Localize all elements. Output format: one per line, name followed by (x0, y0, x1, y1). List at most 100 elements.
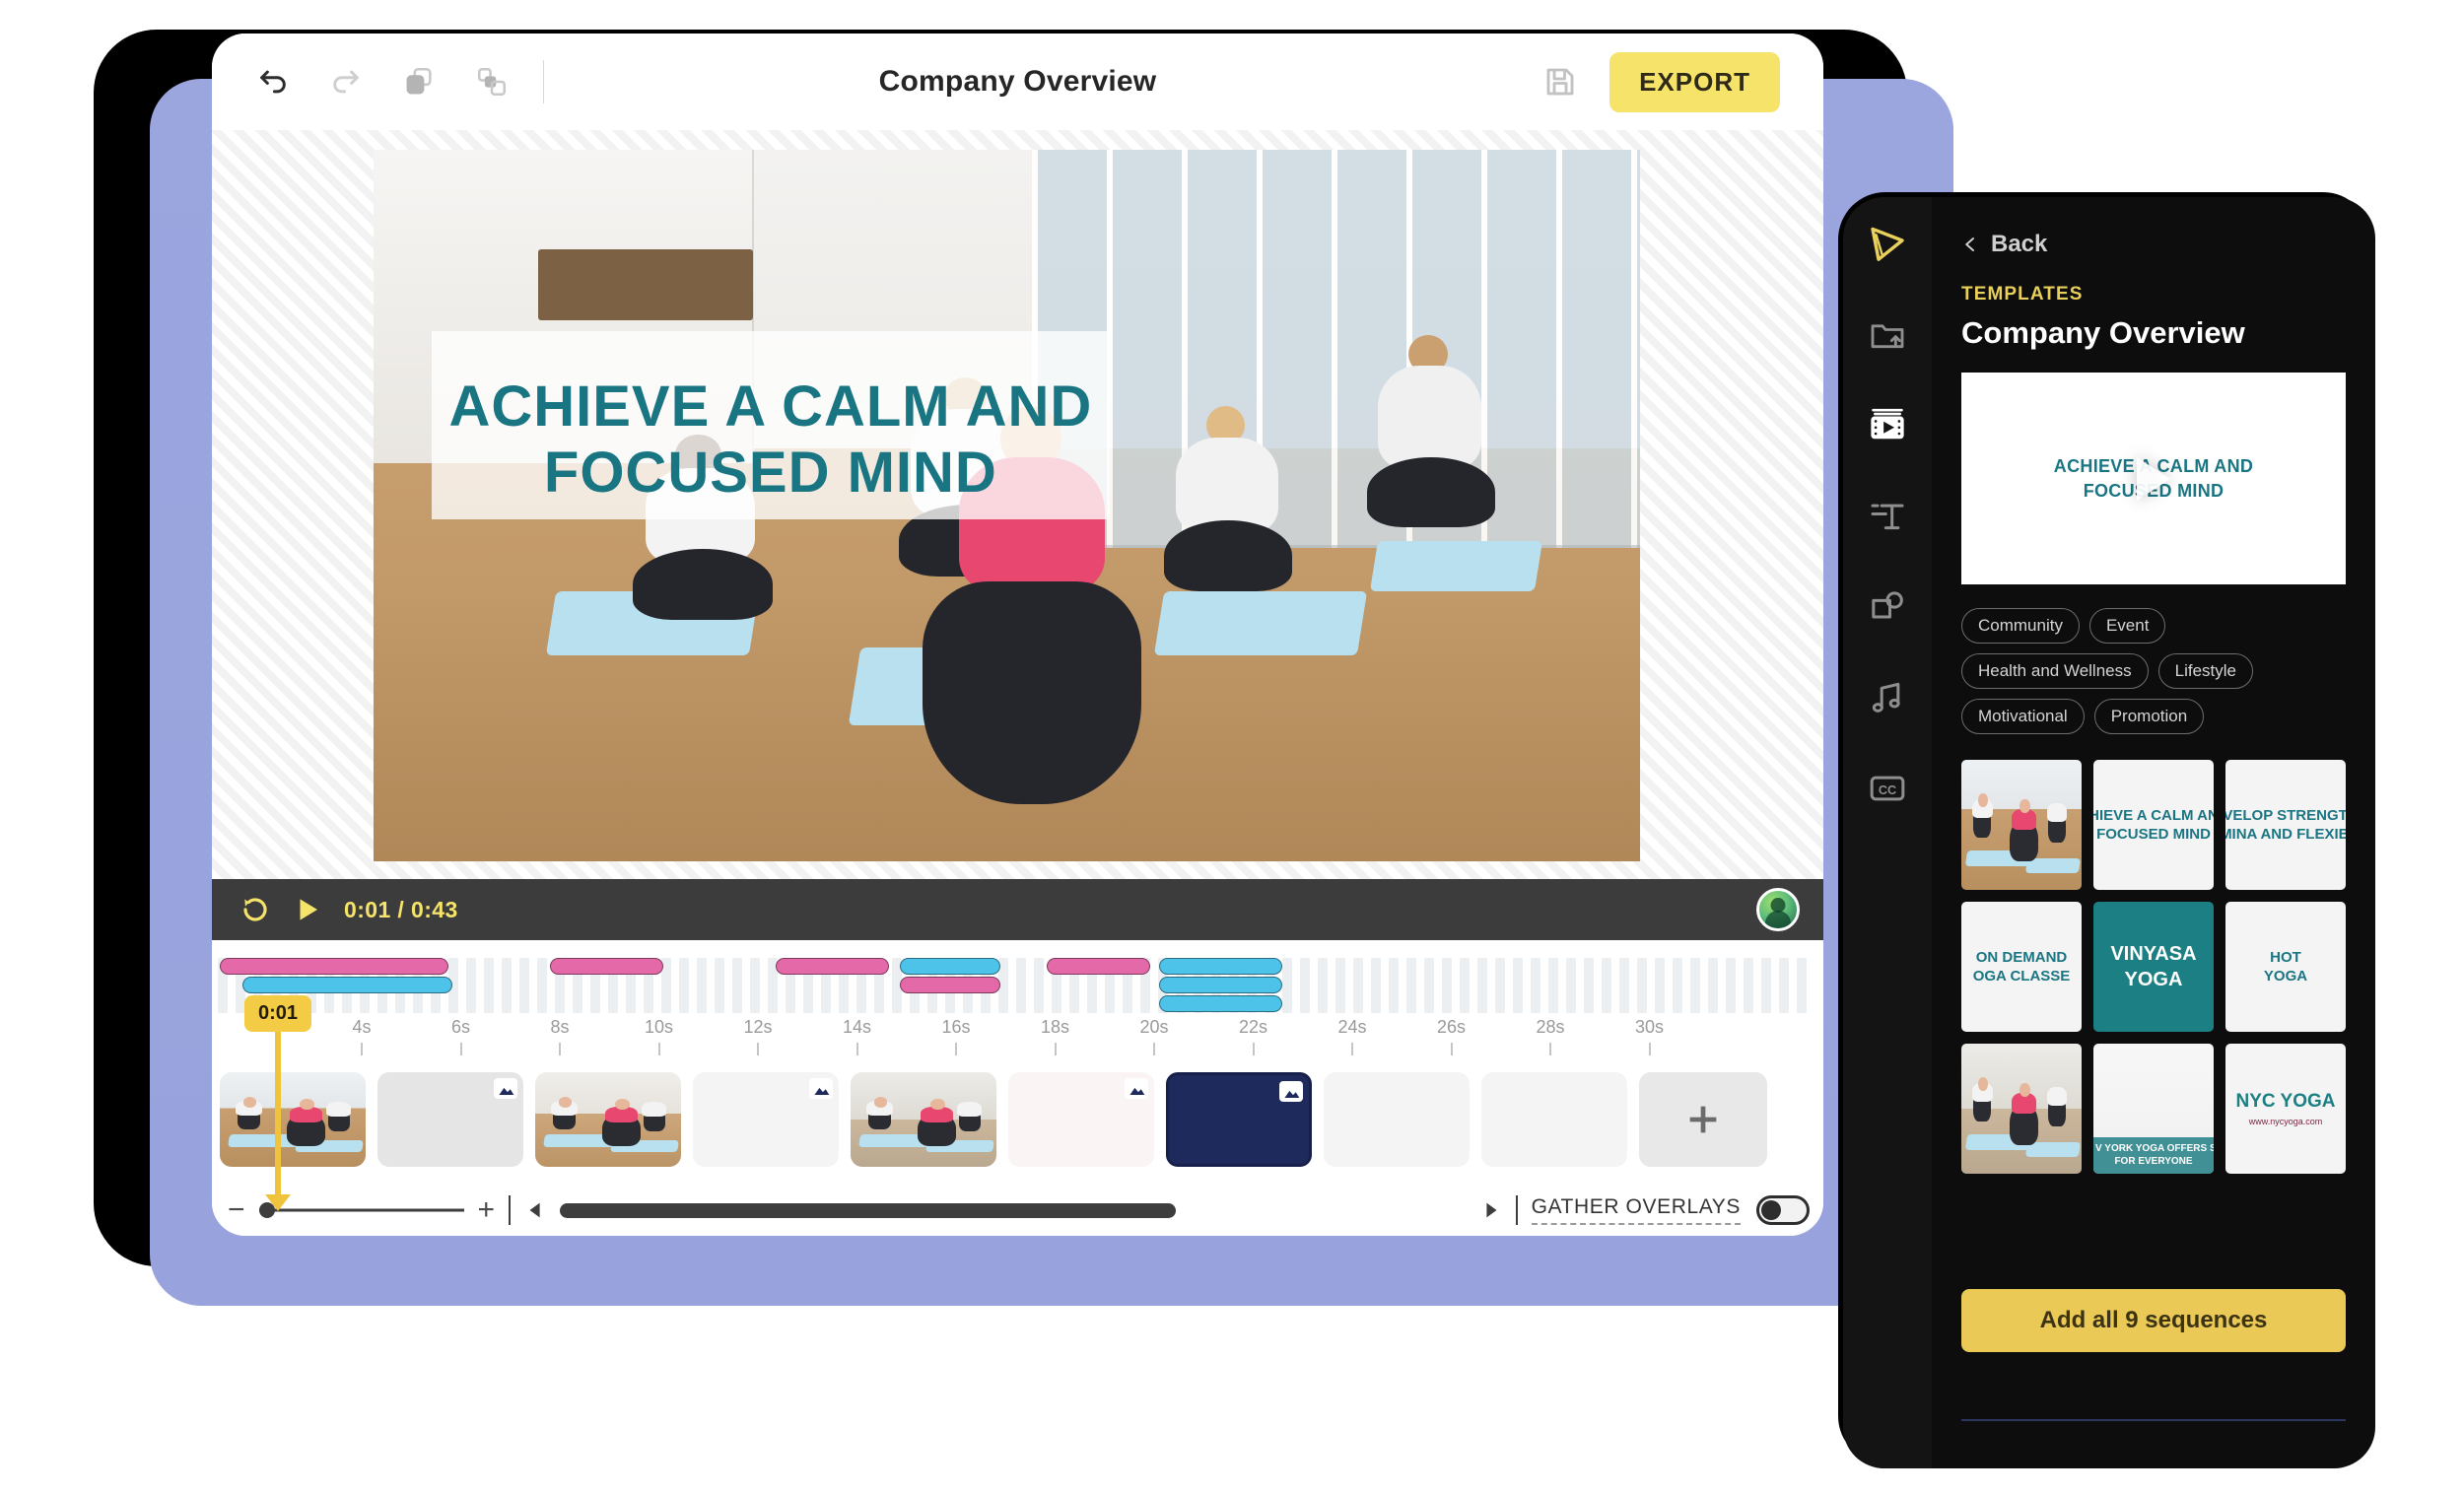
ruler-tick (1054, 1043, 1057, 1055)
clip-thumbnail (535, 1072, 681, 1167)
clip-strip[interactable] (212, 1066, 1823, 1173)
sequence-thumbnail[interactable]: HOT YOGA (2225, 902, 2346, 1032)
app-logo[interactable] (1862, 219, 1913, 270)
overlay-bar[interactable] (1159, 958, 1282, 975)
sidebar-item-text[interactable] (1862, 491, 1913, 542)
sequence-thumbnail[interactable]: V YORK YOGA OFFERS SOMETHIFOR EVERYONE (2093, 1044, 2214, 1174)
title-text-overlay[interactable]: ACHIEVE A CALM AND FOCUSED MIND (432, 331, 1110, 520)
overlay-track[interactable] (212, 958, 1823, 1013)
back-label: Back (1991, 231, 2048, 257)
save-button[interactable] (1537, 58, 1584, 105)
ruler-tick (1648, 1043, 1651, 1055)
timeline-clip[interactable] (1008, 1072, 1154, 1167)
sidebar-item-shapes[interactable] (1862, 581, 1913, 633)
timeline-clip[interactable] (1481, 1072, 1627, 1167)
sequence-text-block: HOT YOGA (2262, 948, 2309, 986)
add-all-sequences-button[interactable]: Add all 9 sequences (1961, 1289, 2346, 1352)
ruler-tick (757, 1043, 759, 1055)
overlay-bar[interactable] (776, 958, 889, 975)
timeline-clip[interactable] (220, 1072, 366, 1167)
timeline-tick (1531, 958, 1540, 1013)
timeline-clip[interactable] (851, 1072, 996, 1167)
timeline-tick (502, 958, 512, 1013)
back-button[interactable]: Back (1961, 231, 2346, 258)
export-button[interactable]: EXPORT (1609, 51, 1780, 112)
tag-chip[interactable]: Health and Wellness (1961, 653, 2149, 689)
timeline-tick (1548, 958, 1558, 1013)
sequence-thumbnail[interactable] (1961, 1044, 2082, 1174)
template-preview[interactable]: ACHIEVE A CALM AND FOCUSED MIND (1961, 373, 2346, 584)
time-ruler[interactable]: 4s 6s 8s 10s 12s 14s 16s 18s 20s 22s 24s 26s 28s 30s (212, 1017, 1823, 1060)
overlay-bar[interactable] (1159, 977, 1282, 993)
yoga-participant (1361, 334, 1500, 527)
sequence-thumbnail[interactable] (1961, 760, 2082, 890)
copy-button[interactable] (395, 58, 443, 105)
panel-kicker: TEMPLATES (1961, 284, 2084, 305)
timeline-clip[interactable] (535, 1072, 681, 1167)
overlay-bar[interactable] (1159, 995, 1282, 1012)
zoom-in-button[interactable]: + (478, 1195, 496, 1225)
sequence-thumbnail[interactable]: NYC YOGA www.nycyoga.com (2225, 1044, 2346, 1174)
toolbar-right-group: EXPORT (1537, 51, 1823, 112)
horizontal-scrollbar[interactable] (560, 1202, 1467, 1218)
playhead[interactable]: 0:01 (243, 995, 312, 1211)
play-icon[interactable] (2137, 456, 2170, 501)
sequence-text-block: NYC YOGA www.nycyoga.com (2235, 1091, 2335, 1126)
tag-chip[interactable]: Community (1961, 608, 2080, 644)
timeline-clip[interactable] (693, 1072, 839, 1167)
zoom-out-button[interactable]: − (228, 1195, 245, 1225)
avatar[interactable] (1756, 888, 1800, 931)
sidebar-item-templates[interactable] (1862, 400, 1913, 451)
copy-icon (406, 67, 432, 95)
tag-chip[interactable]: Lifestyle (2157, 653, 2253, 689)
sequence-thumbnail[interactable]: ON DEMAND OGA CLASSE (1961, 902, 2082, 1032)
restart-button[interactable] (240, 894, 271, 925)
tag-chip[interactable]: Motivational (1961, 699, 2085, 734)
clip-thumbnail (220, 1072, 366, 1167)
tag-chip[interactable]: Event (2088, 608, 2166, 644)
play-button[interactable] (293, 895, 322, 924)
undo-button[interactable] (249, 58, 297, 105)
sequence-thumbnail[interactable]: VINYASA YOGA (2093, 902, 2214, 1032)
sequence-text-line: VINYASA (2110, 943, 2197, 965)
timeline-clip[interactable] (1166, 1072, 1312, 1167)
timeline-tick (732, 958, 742, 1013)
video-preview[interactable]: ACHIEVE A CALM AND FOCUSED MIND (374, 150, 1640, 861)
timeline-clip[interactable] (1324, 1072, 1470, 1167)
timeline-tick (1761, 958, 1771, 1013)
tag-chip[interactable]: Promotion (2093, 699, 2205, 734)
overlay-bar[interactable] (900, 977, 1000, 993)
scroll-right-button[interactable] (1480, 1198, 1502, 1222)
timeline-tick (1371, 958, 1381, 1013)
timeline-tick (537, 958, 547, 1013)
overlay-bar[interactable] (550, 958, 663, 975)
play-icon (300, 899, 317, 920)
overlay-bar[interactable] (900, 958, 1000, 975)
scroll-left-button[interactable] (524, 1198, 546, 1222)
timeline-tick (1779, 958, 1789, 1013)
sequence-thumbnail[interactable]: CHIEVE A CALM AND FOCUSED MIND (2093, 760, 2214, 890)
redo-button[interactable] (322, 58, 370, 105)
sidebar-item-captions[interactable]: CC (1862, 763, 1913, 814)
timeline-tick (998, 958, 1008, 1013)
sidebar-item-music[interactable] (1862, 672, 1913, 723)
timeline-clip[interactable] (377, 1072, 523, 1167)
restart-icon (243, 898, 267, 921)
sequence-thumbnail[interactable]: EVELOP STRENGTH AMINA AND FLEXIBIL (2225, 760, 2346, 890)
duplicate-button[interactable] (468, 58, 515, 105)
sidebar-item-uploads[interactable] (1862, 309, 1913, 361)
ruler-label: 20s (1139, 1017, 1169, 1037)
gather-overlays-toggle[interactable] (1756, 1195, 1810, 1225)
sequence-caption-line: V YORK YOGA OFFERS SOMETHI (2095, 1143, 2214, 1154)
overlay-bar[interactable] (1046, 958, 1150, 975)
overlay-bar[interactable] (242, 977, 452, 993)
image-badge-icon (1125, 1078, 1148, 1099)
overlay-bar[interactable] (220, 958, 449, 975)
sequence-text-line: OGA CLASSE (1972, 968, 2071, 985)
timeline-controls: − + GATHER OVERLAYS (212, 1187, 1823, 1234)
add-clip-button[interactable] (1639, 1072, 1767, 1167)
timeline-tick (679, 958, 689, 1013)
timeline-tick (1335, 958, 1345, 1013)
scrollbar-thumb[interactable] (560, 1202, 1177, 1218)
ruler-tick (657, 1043, 660, 1055)
